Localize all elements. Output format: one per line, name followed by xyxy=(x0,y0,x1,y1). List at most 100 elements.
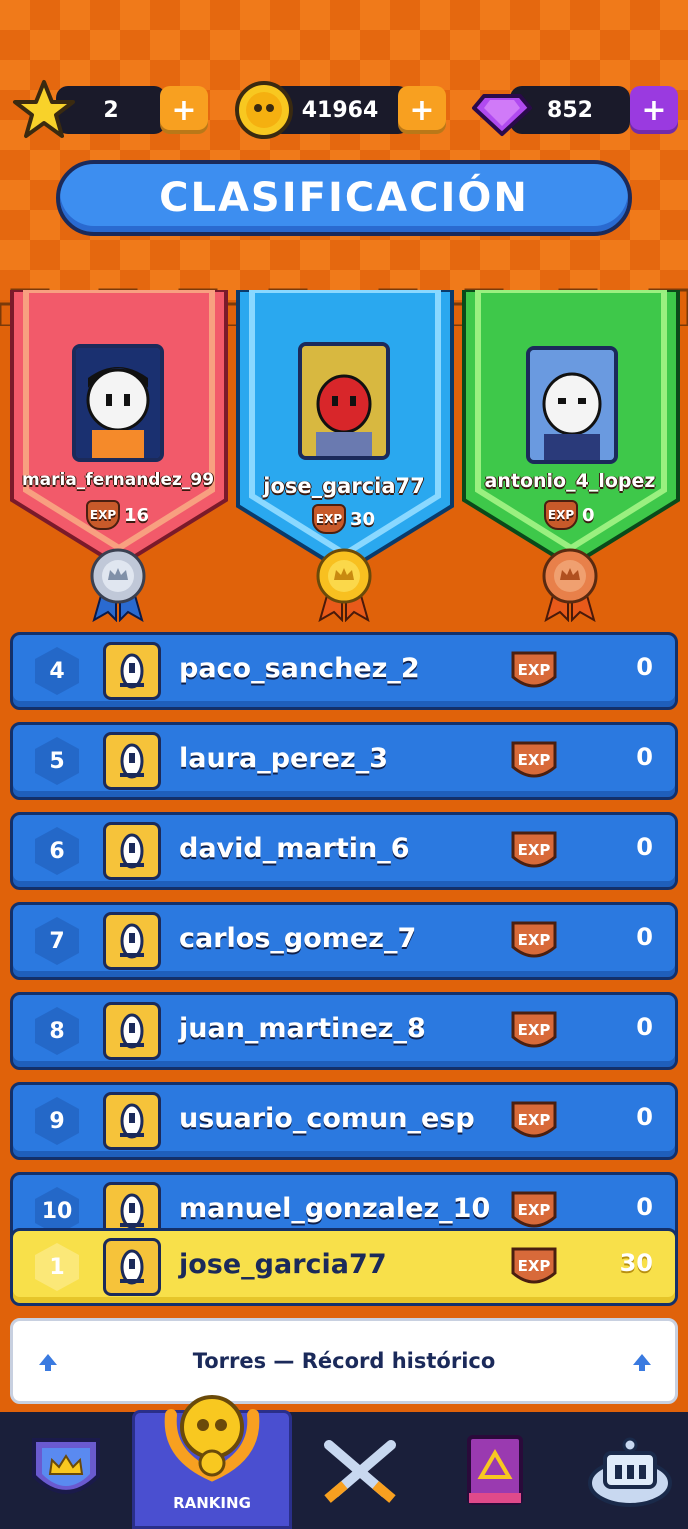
coins-value: 41964 xyxy=(301,97,379,123)
rank-number: 9 xyxy=(49,1108,65,1134)
nav-tab-league[interactable] xyxy=(18,1412,114,1529)
exp-badge-icon: EXP xyxy=(312,504,346,534)
avatar xyxy=(103,1002,161,1060)
exp-value: 30 xyxy=(619,1249,653,1277)
podium-second-exp: EXP 16 xyxy=(86,500,149,530)
player-name: usuario_comun_esp xyxy=(179,1103,475,1134)
exp-badge-icon: EXP xyxy=(511,741,557,778)
stars-value: 2 xyxy=(103,97,119,123)
player-name: laura_perez_3 xyxy=(179,743,388,774)
ranking-row[interactable]: 6 david_martin_6 EXP 0 xyxy=(10,812,678,890)
ranking-row[interactable]: 5 laura_perez_3 EXP 0 xyxy=(10,722,678,800)
avatar-character-icon xyxy=(76,348,160,458)
arrow-up-icon xyxy=(39,1354,57,1371)
coin-icon xyxy=(235,81,293,139)
player-name: manuel_gonzalez_10 xyxy=(179,1193,491,1224)
avatar-character-icon xyxy=(530,350,614,460)
default-avatar-icon xyxy=(120,1249,144,1285)
ranking-row[interactable]: 9 usuario_comun_esp EXP 0 xyxy=(10,1082,678,1160)
exp-badge-icon: EXP xyxy=(511,831,557,868)
avatar-first-place[interactable] xyxy=(298,342,390,460)
arrow-up-icon xyxy=(633,1354,651,1371)
star-icon xyxy=(13,80,75,138)
exp-label: EXP xyxy=(518,1257,551,1275)
player-name: carlos_gomez_7 xyxy=(179,923,417,954)
exp-badge-icon: EXP xyxy=(511,921,557,958)
player-name: paco_sanchez_2 xyxy=(179,653,420,684)
nav-tab-book[interactable] xyxy=(446,1412,542,1529)
nav-tab-ranking[interactable] xyxy=(150,1390,274,1482)
avatar-second-place[interactable] xyxy=(72,344,164,462)
podium-first-exp: EXP 30 xyxy=(312,504,375,534)
add-stars-button[interactable]: + xyxy=(160,86,208,134)
record-history-label: Torres — Récord histórico xyxy=(192,1349,496,1373)
podium-third-exp: EXP 0 xyxy=(544,500,595,530)
exp-badge-icon: EXP xyxy=(511,1101,557,1138)
exp-value: 0 xyxy=(582,504,595,526)
rank-number: 6 xyxy=(49,838,65,864)
exp-label: EXP xyxy=(518,931,551,949)
exp-value: 30 xyxy=(350,508,376,530)
exp-value: 0 xyxy=(636,743,653,771)
record-history-bar[interactable]: Torres — Récord histórico xyxy=(10,1318,678,1404)
page-title: CLASIFICACIÓN xyxy=(56,160,632,236)
rank-number: 4 xyxy=(49,658,65,684)
exp-label: EXP xyxy=(518,1111,551,1129)
exp-value: 0 xyxy=(636,1193,653,1221)
silver-medal-icon xyxy=(90,548,146,622)
podium-first-name: jose_garcia77 xyxy=(263,474,425,498)
default-avatar-icon xyxy=(120,923,144,959)
default-avatar-icon xyxy=(120,743,144,779)
player-name: david_martin_6 xyxy=(179,833,410,864)
nav-ranking-label: RANKING xyxy=(173,1494,251,1512)
player-name: juan_martinez_8 xyxy=(179,1013,426,1044)
exp-badge-icon: EXP xyxy=(511,651,557,688)
nav-tab-castle[interactable] xyxy=(580,1412,680,1529)
avatar xyxy=(103,732,161,790)
avatar xyxy=(103,912,161,970)
crown-shield-icon xyxy=(32,1437,100,1494)
avatar-third-place[interactable] xyxy=(526,346,618,464)
exp-label: EXP xyxy=(518,661,551,679)
player-name: jose_garcia77 xyxy=(179,1249,387,1280)
ranking-row[interactable]: 4 paco_sanchez_2 EXP 0 xyxy=(10,632,678,710)
exp-badge-icon: EXP xyxy=(86,500,120,530)
default-avatar-icon xyxy=(120,833,144,869)
exp-badge-icon: EXP xyxy=(511,1247,557,1284)
rank-number: 5 xyxy=(49,748,65,774)
exp-value: 0 xyxy=(636,1013,653,1041)
gem-icon xyxy=(472,94,532,136)
exp-badge-icon: EXP xyxy=(544,500,578,530)
exp-value: 0 xyxy=(636,923,653,951)
add-coins-button[interactable]: + xyxy=(398,86,446,134)
avatar xyxy=(103,1238,161,1296)
exp-value: 0 xyxy=(636,1103,653,1131)
avatar-character-icon xyxy=(302,346,386,456)
avatar xyxy=(103,1092,161,1150)
default-avatar-icon xyxy=(120,1013,144,1049)
exp-label: EXP xyxy=(518,841,551,859)
podium-third-name: antonio_4_lopez xyxy=(484,470,656,492)
castle-tower-icon xyxy=(588,1437,672,1507)
spellbook-icon xyxy=(467,1434,523,1505)
podium-second-name: maria_fernandez_99 xyxy=(21,470,215,490)
ranking-laurel-icon xyxy=(164,1395,260,1482)
current-user-row[interactable]: 1 jose_garcia77 EXP 30 xyxy=(10,1228,678,1306)
add-gems-button[interactable]: + xyxy=(630,86,678,134)
gold-medal-icon xyxy=(316,548,372,622)
rank-number: 1 xyxy=(49,1254,65,1280)
rank-number: 7 xyxy=(49,928,65,954)
avatar xyxy=(103,642,161,700)
default-avatar-icon xyxy=(120,653,144,689)
exp-value: 16 xyxy=(124,504,150,526)
bronze-medal-icon xyxy=(542,548,598,622)
ranking-row[interactable]: 7 carlos_gomez_7 EXP 0 xyxy=(10,902,678,980)
rank-number: 8 xyxy=(49,1018,65,1044)
ranking-row[interactable]: 8 juan_martinez_8 EXP 0 xyxy=(10,992,678,1070)
avatar xyxy=(103,822,161,880)
exp-value: 0 xyxy=(636,833,653,861)
default-avatar-icon xyxy=(120,1103,144,1139)
crossed-swords-icon xyxy=(324,1439,396,1503)
nav-tab-battle[interactable] xyxy=(310,1412,410,1529)
exp-label: EXP xyxy=(518,1201,551,1219)
